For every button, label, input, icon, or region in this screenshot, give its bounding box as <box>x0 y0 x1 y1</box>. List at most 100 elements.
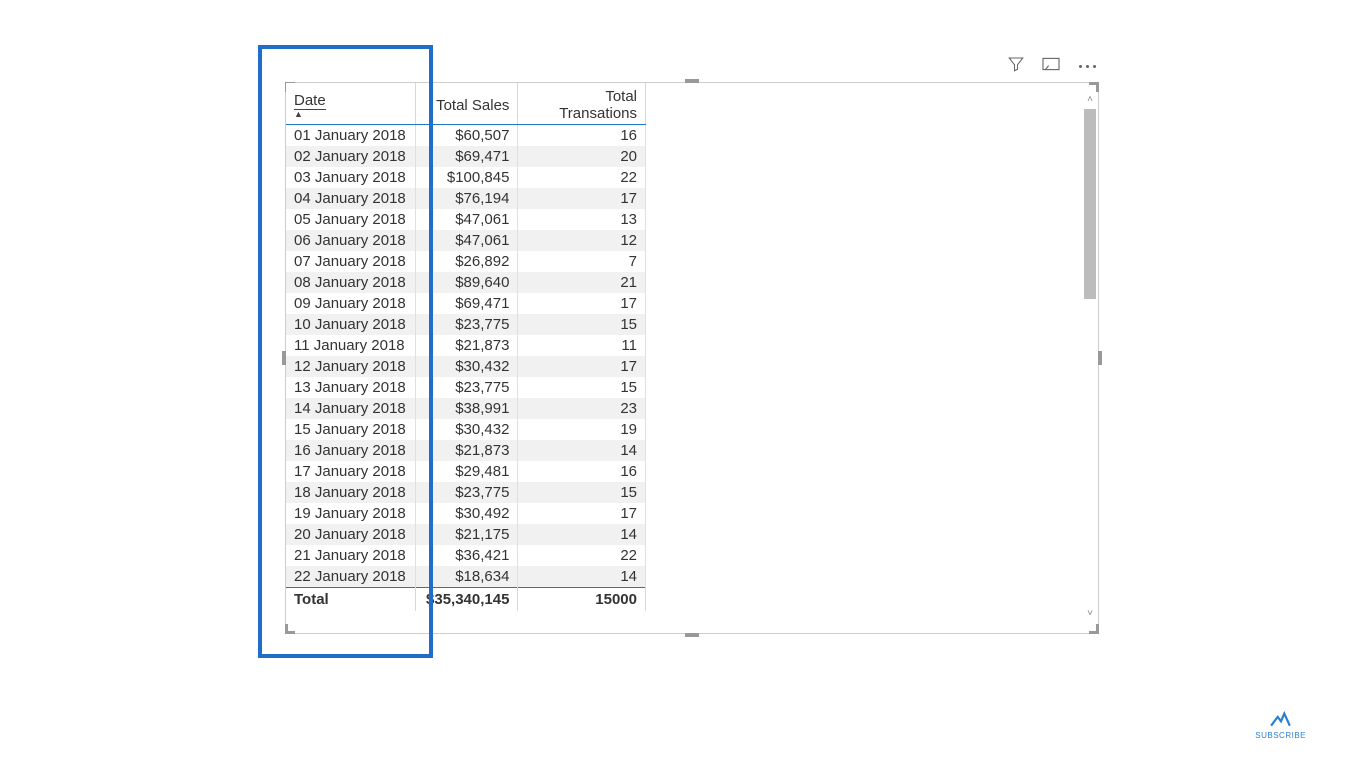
table-row[interactable]: 11 January 2018$21,87311 <box>286 335 646 356</box>
table-row[interactable]: 22 January 2018$18,63414 <box>286 566 646 588</box>
cell-total-sales: $23,775 <box>416 314 518 335</box>
cell-total-transactions: 16 <box>518 461 646 482</box>
cell-total-sales: $21,873 <box>416 335 518 356</box>
cell-total-transactions: 11 <box>518 335 646 356</box>
table-row[interactable]: 20 January 2018$21,17514 <box>286 524 646 545</box>
sort-ascending-icon: ▲ <box>294 109 407 119</box>
table-row[interactable]: 09 January 2018$69,47117 <box>286 293 646 314</box>
table-row[interactable]: 16 January 2018$21,87314 <box>286 440 646 461</box>
cell-date: 09 January 2018 <box>286 293 416 314</box>
cell-total-transactions: 17 <box>518 188 646 209</box>
data-table: Date ▲ Total Sales Total Transations 01 … <box>286 83 646 611</box>
table-row[interactable]: 12 January 2018$30,43217 <box>286 356 646 377</box>
cell-total-transactions: 15 <box>518 314 646 335</box>
total-transactions-value: 15000 <box>518 588 646 612</box>
subscribe-label: SUBSCRIBE <box>1255 731 1306 740</box>
table-row[interactable]: 06 January 2018$47,06112 <box>286 230 646 251</box>
cell-total-transactions: 14 <box>518 524 646 545</box>
cell-date: 02 January 2018 <box>286 146 416 167</box>
table-header-row: Date ▲ Total Sales Total Transations <box>286 83 646 125</box>
column-header-date[interactable]: Date ▲ <box>286 83 416 125</box>
filter-icon[interactable] <box>1007 55 1025 77</box>
cell-total-transactions: 7 <box>518 251 646 272</box>
table-row[interactable]: 17 January 2018$29,48116 <box>286 461 646 482</box>
cell-total-transactions: 22 <box>518 167 646 188</box>
cell-date: 14 January 2018 <box>286 398 416 419</box>
cell-total-sales: $18,634 <box>416 566 518 588</box>
cell-total-transactions: 13 <box>518 209 646 230</box>
cell-date: 03 January 2018 <box>286 167 416 188</box>
cell-total-sales: $69,471 <box>416 146 518 167</box>
cell-total-transactions: 14 <box>518 440 646 461</box>
table-row[interactable]: 18 January 2018$23,77515 <box>286 482 646 503</box>
vertical-scrollbar[interactable]: ˄ ˅ <box>1084 95 1096 621</box>
cell-date: 04 January 2018 <box>286 188 416 209</box>
resize-handle[interactable] <box>1098 351 1102 365</box>
cell-total-sales: $23,775 <box>416 482 518 503</box>
table-row[interactable]: 13 January 2018$23,77515 <box>286 377 646 398</box>
cell-date: 11 January 2018 <box>286 335 416 356</box>
visual-toolbar <box>1007 55 1098 77</box>
cell-date: 10 January 2018 <box>286 314 416 335</box>
cell-total-transactions: 17 <box>518 356 646 377</box>
cell-total-sales: $30,492 <box>416 503 518 524</box>
table-row[interactable]: 08 January 2018$89,64021 <box>286 272 646 293</box>
cell-total-sales: $23,775 <box>416 377 518 398</box>
cell-total-transactions: 19 <box>518 419 646 440</box>
cell-total-sales: $29,481 <box>416 461 518 482</box>
scroll-down-icon[interactable]: ˅ <box>1084 609 1096 621</box>
table-row[interactable]: 19 January 2018$30,49217 <box>286 503 646 524</box>
table-row[interactable]: 10 January 2018$23,77515 <box>286 314 646 335</box>
table-visual[interactable]: Date ▲ Total Sales Total Transations 01 … <box>285 82 1099 634</box>
cell-total-transactions: 15 <box>518 377 646 398</box>
column-header-total-sales[interactable]: Total Sales <box>416 83 518 125</box>
table-row[interactable]: 03 January 2018$100,84522 <box>286 167 646 188</box>
more-options-icon[interactable] <box>1077 58 1098 75</box>
total-label: Total <box>286 588 416 612</box>
cell-date: 01 January 2018 <box>286 125 416 147</box>
table-row[interactable]: 05 January 2018$47,06113 <box>286 209 646 230</box>
cell-total-sales: $38,991 <box>416 398 518 419</box>
table-row[interactable]: 21 January 2018$36,42122 <box>286 545 646 566</box>
cell-total-transactions: 21 <box>518 272 646 293</box>
column-header-total-transactions[interactable]: Total Transations <box>518 83 646 125</box>
cell-total-transactions: 15 <box>518 482 646 503</box>
cell-date: 17 January 2018 <box>286 461 416 482</box>
cell-total-transactions: 22 <box>518 545 646 566</box>
column-header-label: Date <box>294 92 326 110</box>
cell-total-sales: $47,061 <box>416 209 518 230</box>
cell-date: 21 January 2018 <box>286 545 416 566</box>
cell-total-transactions: 17 <box>518 293 646 314</box>
cell-date: 20 January 2018 <box>286 524 416 545</box>
scrollbar-thumb[interactable] <box>1084 109 1096 299</box>
cell-date: 15 January 2018 <box>286 419 416 440</box>
cell-date: 18 January 2018 <box>286 482 416 503</box>
table-row[interactable]: 01 January 2018$60,50716 <box>286 125 646 147</box>
cell-total-transactions: 20 <box>518 146 646 167</box>
cell-total-sales: $100,845 <box>416 167 518 188</box>
column-header-label: Total Sales <box>436 97 509 114</box>
table-row[interactable]: 04 January 2018$76,19417 <box>286 188 646 209</box>
cell-date: 06 January 2018 <box>286 230 416 251</box>
resize-handle[interactable] <box>685 633 699 637</box>
table-row[interactable]: 14 January 2018$38,99123 <box>286 398 646 419</box>
cell-total-sales: $60,507 <box>416 125 518 147</box>
cell-date: 05 January 2018 <box>286 209 416 230</box>
cell-total-sales: $89,640 <box>416 272 518 293</box>
cell-total-sales: $21,175 <box>416 524 518 545</box>
table-row[interactable]: 02 January 2018$69,47120 <box>286 146 646 167</box>
cell-total-sales: $30,432 <box>416 419 518 440</box>
focus-mode-icon[interactable] <box>1041 56 1061 76</box>
cell-total-transactions: 23 <box>518 398 646 419</box>
cell-date: 07 January 2018 <box>286 251 416 272</box>
cell-total-sales: $26,892 <box>416 251 518 272</box>
total-sales-value: $35,340,145 <box>416 588 518 612</box>
cell-total-sales: $76,194 <box>416 188 518 209</box>
scroll-up-icon[interactable]: ˄ <box>1084 95 1096 107</box>
subscribe-badge[interactable]: SUBSCRIBE <box>1255 707 1306 740</box>
table-row[interactable]: 07 January 2018$26,8927 <box>286 251 646 272</box>
cell-date: 08 January 2018 <box>286 272 416 293</box>
table-row[interactable]: 15 January 2018$30,43219 <box>286 419 646 440</box>
table-total-row: Total $35,340,145 15000 <box>286 588 646 612</box>
cell-date: 12 January 2018 <box>286 356 416 377</box>
